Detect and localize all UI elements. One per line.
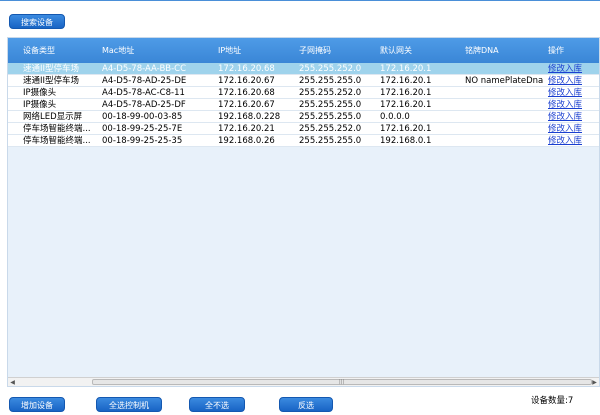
- cell-mask: 255.255.255.0: [299, 76, 362, 86]
- cell-type: IP摄像头: [23, 88, 57, 98]
- cell-gateway: 192.168.0.1: [380, 136, 432, 146]
- cell-action-link[interactable]: 修改入库: [548, 99, 582, 111]
- cell-ip: 172.16.20.68: [218, 64, 275, 74]
- column-header-gateway[interactable]: 默认网关: [380, 38, 412, 63]
- cell-mac: A4-D5-78-AD-25-DF: [102, 100, 186, 110]
- column-header-mac[interactable]: Mac地址: [102, 38, 134, 63]
- invert-selection-button[interactable]: 反选: [279, 397, 333, 412]
- cell-type: 速通II型停车场: [23, 76, 80, 86]
- cell-action-link[interactable]: 修改入库: [548, 75, 582, 87]
- table-row[interactable]: 停车场智能终端... 00-18-99-25-25-7E 172.16.20.21 2…: [8, 123, 599, 135]
- scroll-left-icon[interactable]: ◀: [8, 378, 17, 386]
- cell-type: 停车场智能终端...: [23, 124, 91, 134]
- cell-action-link[interactable]: 修改入库: [548, 111, 582, 123]
- device-count: 设备数量:7: [531, 394, 573, 406]
- table-row[interactable]: 网络LED显示屏 00-18-99-00-03-85 192.168.0.228 25…: [8, 111, 599, 123]
- cell-type: IP摄像头: [23, 100, 57, 110]
- cell-gateway: 172.16.20.1: [380, 100, 432, 110]
- add-device-button[interactable]: 增加设备: [9, 397, 65, 412]
- horizontal-scrollbar[interactable]: ◀ ||| ▶: [8, 377, 599, 386]
- grid-header: 设备类型 Mac地址 IP地址 子网掩码 默认网关 铭牌DNA 操作: [8, 38, 599, 63]
- cell-mac: 00-18-99-00-03-85: [102, 112, 183, 122]
- cell-action-link[interactable]: 修改入库: [548, 87, 582, 99]
- cell-gateway: 0.0.0.0: [380, 112, 410, 122]
- cell-mask: 255.255.252.0: [299, 64, 362, 74]
- table-row[interactable]: IP摄像头 A4-D5-78-AD-25-DF 172.16.20.67 255.25…: [8, 99, 599, 111]
- cell-ip: 172.16.20.67: [218, 100, 275, 110]
- table-row[interactable]: 速通II型停车场 A4-D5-78-AD-25-DE 172.16.20.67 255…: [8, 75, 599, 87]
- device-grid: 设备类型 Mac地址 IP地址 子网掩码 默认网关 铭牌DNA 操作 速通II型…: [7, 37, 600, 387]
- cell-ip: 192.168.0.228: [218, 112, 281, 122]
- column-header-ip[interactable]: IP地址: [218, 38, 241, 63]
- table-row[interactable]: 停车场智能终端... 00-18-99-25-25-35 192.168.0.26 2…: [8, 135, 599, 147]
- device-count-value: 7: [567, 396, 574, 406]
- cell-ip: 192.168.0.26: [218, 136, 275, 146]
- cell-type: 停车场智能终端...: [23, 136, 91, 146]
- top-border: [0, 0, 600, 1]
- cell-gateway: 172.16.20.1: [380, 64, 432, 74]
- scrollbar-thumb[interactable]: |||: [92, 379, 592, 385]
- column-header-type[interactable]: 设备类型: [23, 38, 55, 63]
- cell-mac: 00-18-99-25-25-35: [102, 136, 183, 146]
- cell-action-link[interactable]: 修改入库: [548, 63, 582, 75]
- cell-mac: 00-18-99-25-25-7E: [102, 124, 183, 134]
- table-row[interactable]: IP摄像头 A4-D5-78-AC-C8-11 172.16.20.68 255.25…: [8, 87, 599, 99]
- cell-action-link[interactable]: 修改入库: [548, 123, 582, 135]
- scroll-grip-icon: |||: [339, 379, 345, 385]
- cell-ip: 172.16.20.68: [218, 88, 275, 98]
- column-header-mask[interactable]: 子网掩码: [299, 38, 331, 63]
- cell-type: 速通II型停车场: [23, 64, 80, 74]
- deselect-all-button[interactable]: 全不选: [189, 397, 245, 412]
- cell-mac: A4-D5-78-AA-BB-CC: [102, 64, 187, 74]
- cell-mask: 255.255.255.0: [299, 112, 362, 122]
- cell-ip: 172.16.20.67: [218, 76, 275, 86]
- cell-ip: 172.16.20.21: [218, 124, 275, 134]
- cell-gateway: 172.16.20.1: [380, 76, 432, 86]
- cell-mac: A4-D5-78-AD-25-DE: [102, 76, 187, 86]
- device-count-label: 设备数量:: [531, 396, 568, 406]
- cell-mask: 255.255.255.0: [299, 136, 362, 146]
- cell-gateway: 172.16.20.1: [380, 124, 432, 134]
- cell-type: 网络LED显示屏: [23, 112, 83, 122]
- cell-dna: NO namePlateDna: [465, 76, 544, 86]
- search-devices-button[interactable]: 搜索设备: [9, 14, 65, 29]
- cell-gateway: 172.16.20.1: [380, 88, 432, 98]
- select-all-controllers-button[interactable]: 全选控制机: [96, 397, 162, 412]
- table-row[interactable]: 速通II型停车场 A4-D5-78-AA-BB-CC 172.16.20.68 255…: [8, 63, 599, 75]
- cell-mask: 255.255.255.0: [299, 100, 362, 110]
- scroll-right-icon[interactable]: ▶: [590, 378, 599, 386]
- cell-action-link[interactable]: 修改入库: [548, 135, 582, 147]
- cell-mask: 255.255.252.0: [299, 88, 362, 98]
- column-header-action[interactable]: 操作: [548, 38, 564, 63]
- cell-mac: A4-D5-78-AC-C8-11: [102, 88, 185, 98]
- column-header-dna[interactable]: 铭牌DNA: [465, 38, 499, 63]
- cell-mask: 255.255.252.0: [299, 124, 362, 134]
